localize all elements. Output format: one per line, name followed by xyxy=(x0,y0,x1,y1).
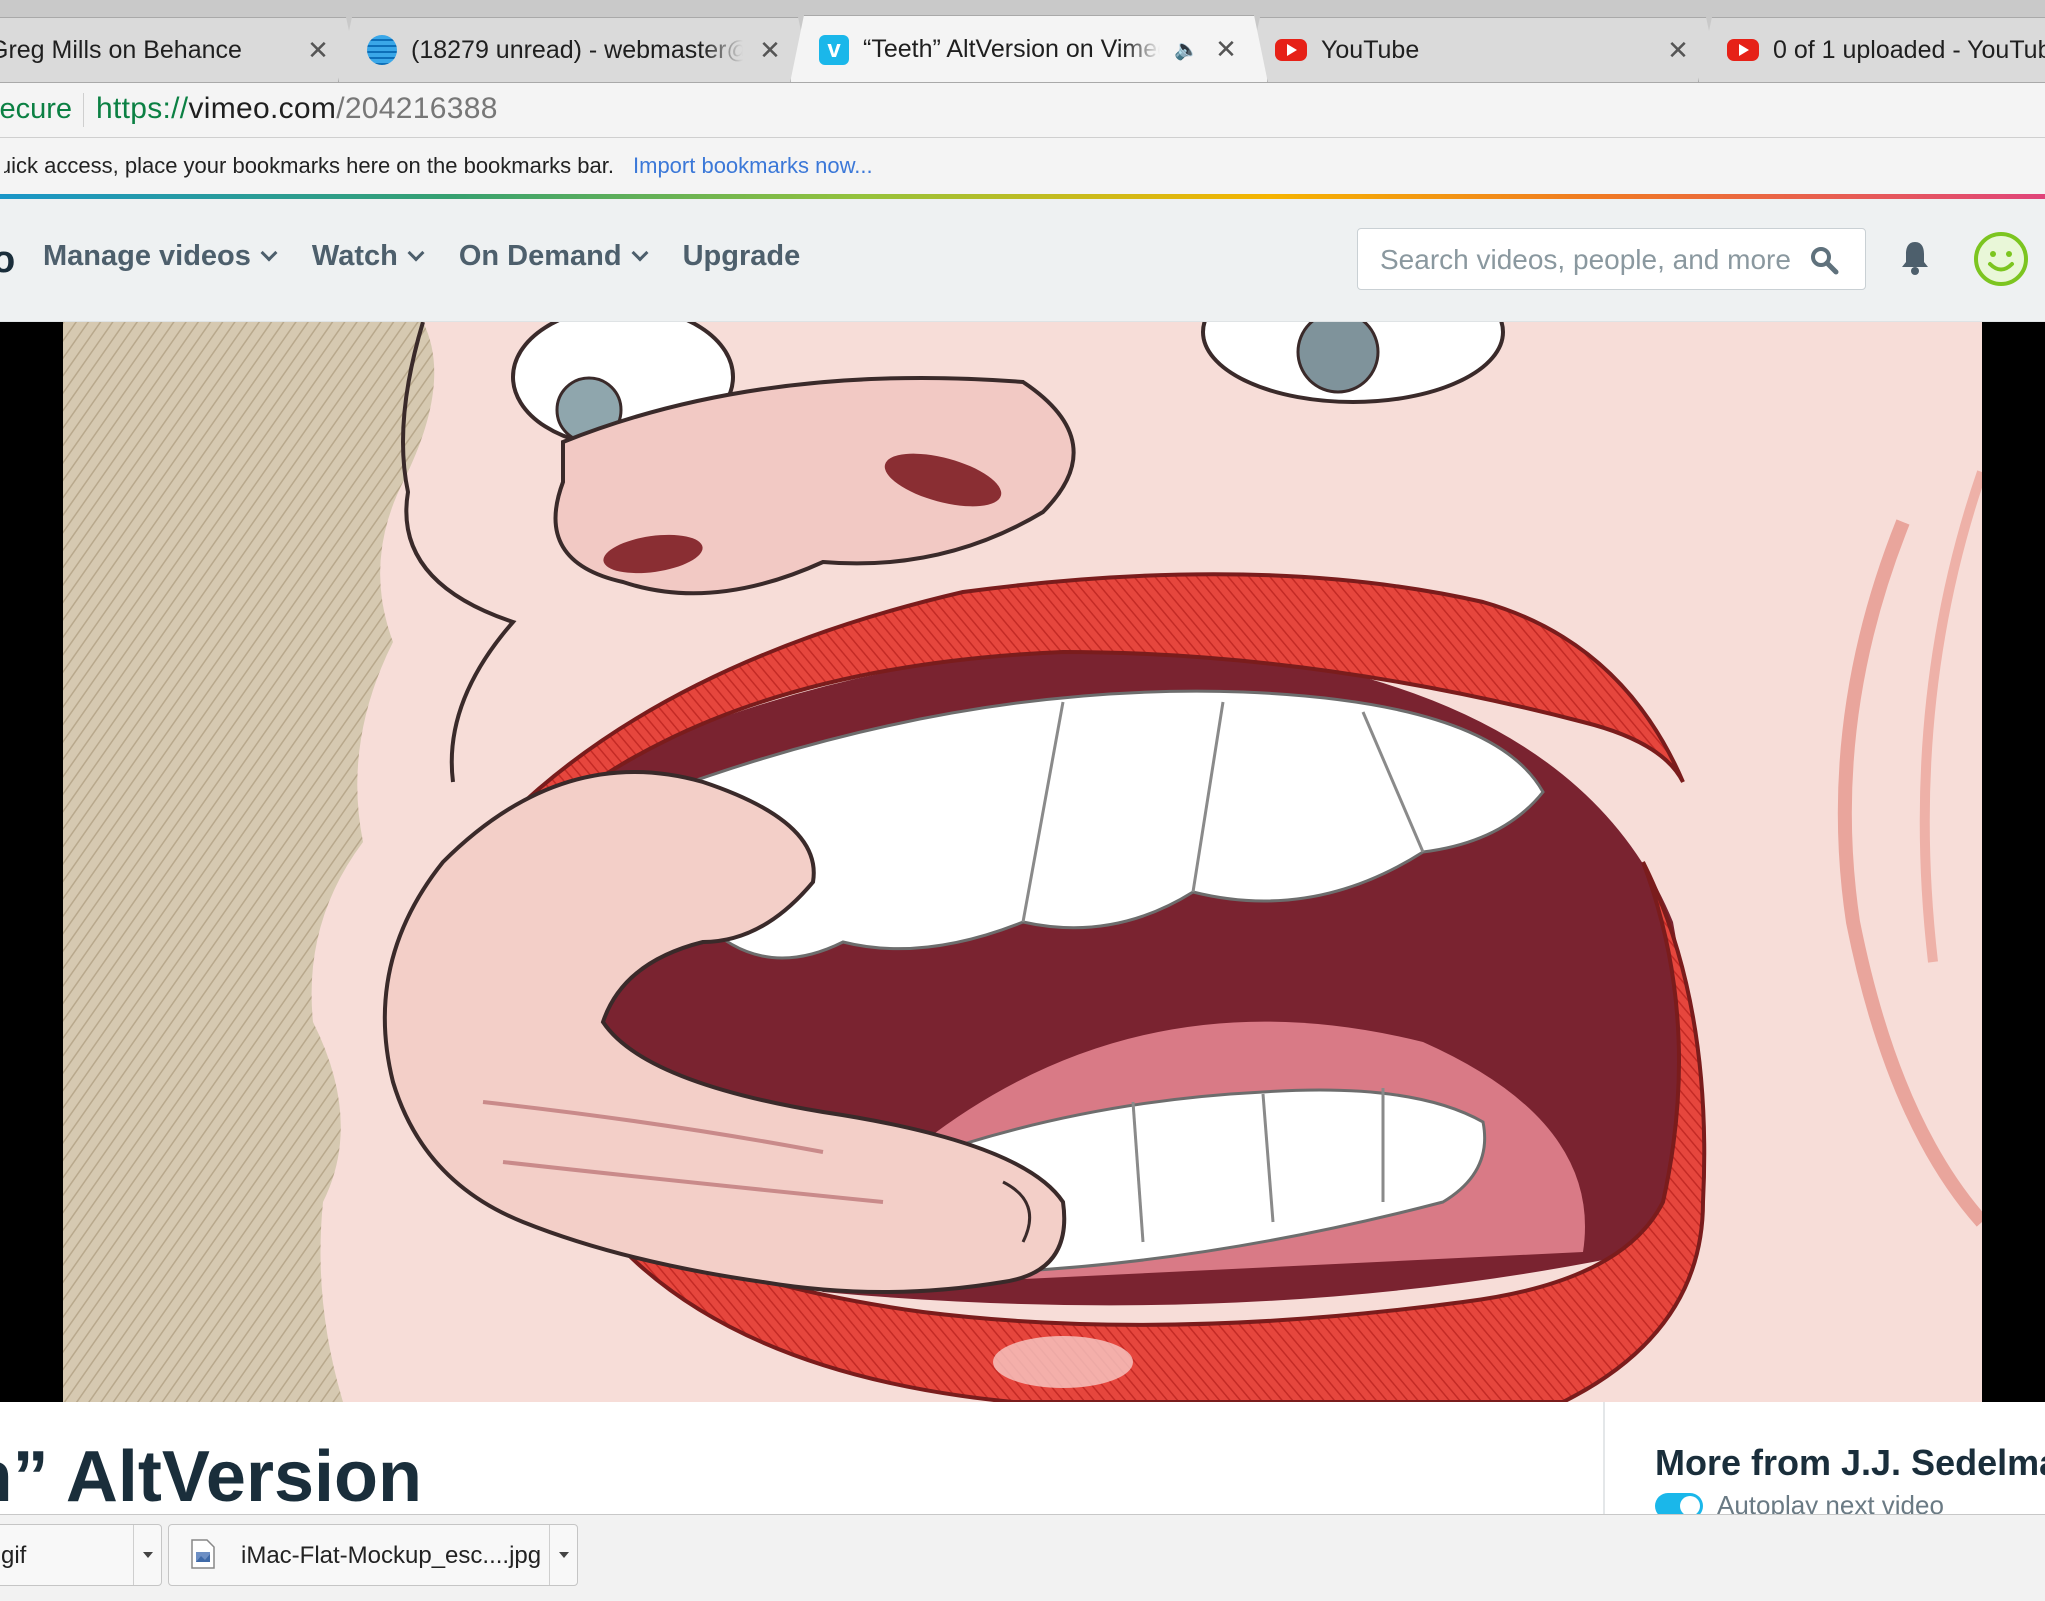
bookmarks-bar: For quick access, place your bookmarks h… xyxy=(0,138,2045,194)
tab-title: Greg Mills on Behance xyxy=(0,35,242,64)
url-scheme: https:// xyxy=(96,92,189,125)
chevron-down-icon[interactable] xyxy=(133,1525,161,1585)
main-nav: Manage videos Watch On Demand Upgrade xyxy=(43,240,800,273)
bell-icon[interactable] xyxy=(1900,239,1930,275)
download-item[interactable]: iMac-Flat-Mockup_esc....jpg xyxy=(168,1524,578,1586)
nav-watch[interactable]: Watch xyxy=(311,240,425,273)
tab-webmail[interactable]: (18279 unread) - webmaster@ ✕ xyxy=(338,17,812,82)
download-filename: iMac-Flat-Mockup_esc....jpg xyxy=(241,1542,542,1569)
avatar-icon[interactable] xyxy=(1973,231,2029,287)
url-host: vimeo.com xyxy=(188,92,337,125)
vimeo-icon: v xyxy=(819,35,849,65)
tab-youtube[interactable]: YouTube ✕ xyxy=(1246,17,1720,82)
chevron-down-icon xyxy=(631,244,649,261)
url-text[interactable]: https://vimeo.com/204216388 xyxy=(96,92,498,126)
search-input[interactable] xyxy=(1378,239,1802,281)
browser-tab-strip: Greg Mills on Behance ✕ (18279 unread) -… xyxy=(0,0,2045,83)
chevron-down-icon xyxy=(407,244,425,261)
tab-vimeo-active[interactable]: v “Teeth” AltVersion on Vimeo 🔈 ✕ xyxy=(790,15,1268,83)
nav-on-demand[interactable]: On Demand xyxy=(458,240,649,273)
tab-title: 0 of 1 uploaded - YouTube xyxy=(1773,35,2045,64)
bookmarks-message: For quick access, place your bookmarks h… xyxy=(4,153,614,178)
close-icon[interactable]: ✕ xyxy=(757,35,783,66)
youtube-icon xyxy=(1275,39,1307,61)
search-box[interactable] xyxy=(1357,228,1866,290)
nav-manage-videos[interactable]: Manage videos xyxy=(43,240,278,273)
video-player[interactable] xyxy=(0,322,2045,1402)
divider xyxy=(1603,1402,1605,1514)
youtube-icon xyxy=(1727,39,1759,61)
video-title: “Teeth” AltVersion xyxy=(0,1437,422,1517)
att-globe-icon xyxy=(367,35,397,65)
more-from-heading: More from J.J. Sedelmaier xyxy=(1655,1442,2045,1483)
chevron-down-icon[interactable] xyxy=(549,1525,577,1585)
security-label[interactable]: Secure xyxy=(0,93,72,126)
close-icon[interactable]: ✕ xyxy=(305,35,331,66)
download-filename: gif xyxy=(1,1542,27,1569)
image-file-icon xyxy=(191,1539,215,1569)
nav-label: Manage videos xyxy=(43,240,251,272)
url-path: /204216388 xyxy=(336,92,498,125)
address-bar[interactable]: Secure https://vimeo.com/204216388 xyxy=(0,83,2045,138)
close-icon[interactable]: ✕ xyxy=(1665,35,1691,66)
close-icon[interactable]: ✕ xyxy=(1213,34,1239,65)
download-item[interactable]: gif xyxy=(0,1524,162,1586)
tab-title: “Teeth” AltVersion on Vimeo xyxy=(863,35,1161,63)
search-icon[interactable] xyxy=(1809,245,1839,275)
import-bookmarks-link[interactable]: Import bookmarks now... xyxy=(633,153,873,179)
download-shelf: gif iMac-Flat-Mockup_esc....jpg xyxy=(0,1514,2045,1601)
speaker-icon[interactable]: 🔈 xyxy=(1174,37,1199,62)
video-info-section: “Teeth” AltVersion More from J.J. Sedelm… xyxy=(0,1402,2045,1520)
tab-title: YouTube xyxy=(1321,35,1420,64)
tab-youtube-upload[interactable]: 0 of 1 uploaded - YouTube xyxy=(1698,17,2045,82)
nav-label: Watch xyxy=(311,240,398,272)
nav-label: Upgrade xyxy=(682,240,801,272)
tab-title: (18279 unread) - webmaster@ xyxy=(411,35,743,64)
vimeo-header: o Manage videos Watch On Demand Upgrade xyxy=(0,199,2045,322)
video-frame[interactable] xyxy=(63,322,1982,1402)
vimeo-logo[interactable]: o xyxy=(0,239,15,282)
nav-upgrade[interactable]: Upgrade xyxy=(683,240,801,273)
divider xyxy=(83,93,84,127)
tab-behance[interactable]: Greg Mills on Behance ✕ xyxy=(0,17,360,82)
nav-label: On Demand xyxy=(458,240,622,272)
chevron-down-icon xyxy=(260,244,278,261)
